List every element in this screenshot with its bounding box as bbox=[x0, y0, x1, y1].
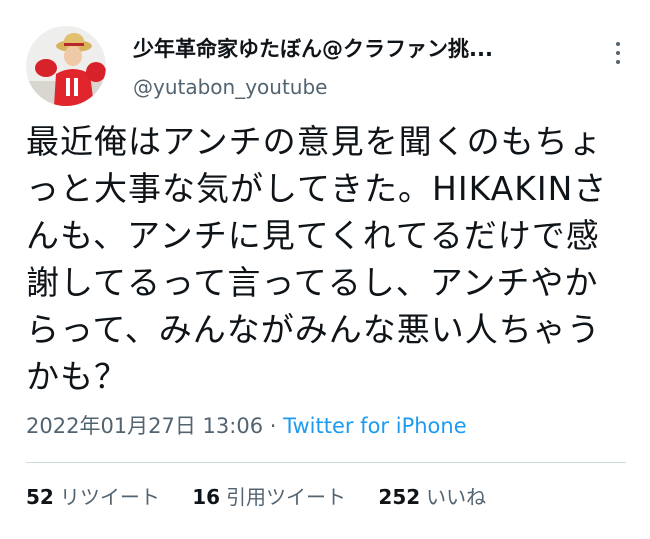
likes-label: いいね bbox=[426, 485, 487, 509]
tweet: 少年革命家ゆたぼん@クラファン挑... @yutabon_youtube 最近俺… bbox=[0, 0, 650, 539]
retweets-stat[interactable]: 52 リツイート bbox=[26, 480, 160, 514]
likes-count: 252 bbox=[378, 485, 421, 509]
tweet-text: 最近俺はアンチの意見を聞くのもちょっと大事な気がしてきた。HIKAKINさんも、… bbox=[26, 122, 608, 396]
tweet-timestamp[interactable]: 2022年01月27日 13:06 bbox=[26, 414, 263, 438]
quotes-label: 引用ツイート bbox=[226, 485, 347, 509]
divider bbox=[26, 462, 626, 463]
retweets-count: 52 bbox=[26, 485, 54, 509]
tweet-meta: 2022年01月27日 13:06 · Twitter for iPhone bbox=[26, 410, 467, 442]
quotes-count: 16 bbox=[192, 485, 221, 509]
tweet-header: 少年革命家ゆたぼん@クラファン挑... @yutabon_youtube bbox=[26, 26, 626, 108]
meta-separator: · bbox=[263, 414, 284, 438]
display-name[interactable]: 少年革命家ゆたぼん@クラファン挑... bbox=[133, 34, 573, 64]
tweet-stats: 52 リツイート 16 引用ツイート 252 いいね bbox=[26, 480, 512, 514]
user-handle[interactable]: @yutabon_youtube bbox=[133, 72, 573, 102]
user-names: 少年革命家ゆたぼん@クラファン挑... @yutabon_youtube bbox=[133, 34, 573, 102]
tweet-source-link[interactable]: Twitter for iPhone bbox=[283, 414, 467, 438]
avatar[interactable] bbox=[26, 26, 106, 106]
likes-stat[interactable]: 252 いいね bbox=[378, 480, 486, 514]
retweets-label: リツイート bbox=[59, 485, 160, 509]
more-vertical-icon[interactable] bbox=[610, 40, 626, 66]
quotes-stat[interactable]: 16 引用ツイート bbox=[192, 480, 346, 514]
